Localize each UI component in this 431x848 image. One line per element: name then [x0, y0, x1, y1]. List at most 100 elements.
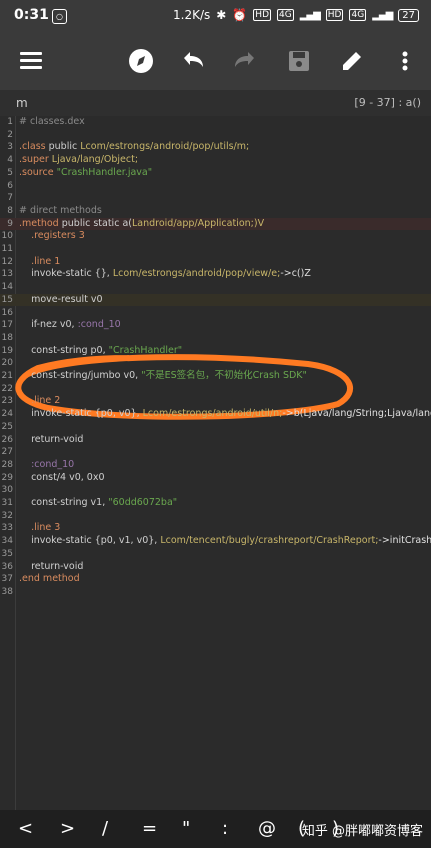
symbol-key[interactable]: = [142, 818, 157, 839]
edit-icon[interactable] [337, 46, 367, 76]
alarm-icon: ⏰ [232, 8, 248, 22]
code-token: Lcom/estrongs/android/util/n; [142, 408, 283, 420]
code-line[interactable]: 37 .end method [0, 573, 431, 586]
code-line[interactable]: 11 [0, 243, 431, 256]
code-line[interactable]: 22 [0, 383, 431, 396]
line-number: 28 [1, 459, 13, 470]
line-number: 21 [1, 371, 13, 381]
code-line[interactable]: 12 .line 1 [0, 256, 431, 269]
line-number: 9 [7, 218, 13, 229]
code-text: move-result v0 [19, 294, 103, 307]
code-line[interactable]: 31 const-string v1, "60dd6072ba" [0, 497, 431, 510]
code-line[interactable]: 19 const-string p0, "CrashHandler" [0, 345, 431, 358]
symbol-key[interactable]: ( [298, 818, 305, 839]
symbol-key[interactable]: " [182, 818, 190, 839]
bluetooth-icon: ✱ [216, 8, 227, 22]
code-line[interactable]: 27 [0, 446, 431, 459]
menu-icon[interactable] [16, 46, 46, 76]
code-line[interactable]: 2 [0, 129, 431, 142]
code-line[interactable]: 25 [0, 421, 431, 434]
line-number: 18 [1, 332, 13, 343]
code-line[interactable]: 23 .line 2 [0, 395, 431, 408]
code-line[interactable]: 35 [0, 548, 431, 561]
symbol-key[interactable]: < [18, 818, 33, 839]
code-line[interactable]: 29 const/4 v0, 0x0 [0, 472, 431, 485]
code-text: .super Ljava/lang/Object; [19, 154, 138, 167]
code-line[interactable]: 9 .method public static a(Landroid/app/Ap… [0, 217, 431, 231]
code-token: .line 2 [19, 395, 61, 407]
code-line[interactable]: 16 [0, 307, 431, 320]
line-number: 24 [1, 409, 13, 420]
line-number: 36 [1, 561, 13, 572]
line-number: 4 [7, 155, 13, 166]
line-number: 35 [1, 548, 13, 559]
symbol-key[interactable]: > [60, 818, 75, 839]
code-token: invoke-static {p0, v1, v0}, [19, 535, 161, 547]
line-number: 27 [1, 447, 13, 458]
code-line[interactable]: 36 return-void [0, 561, 431, 574]
signal-icon-2: ▂▄▆ [372, 9, 393, 21]
code-line[interactable]: 24 invoke-static {p0, v0}, Lcom/estrongs… [0, 408, 431, 421]
symbol-key[interactable]: / [102, 818, 108, 839]
undo-icon[interactable] [178, 46, 208, 76]
code-text: const/4 v0, 0x0 [19, 472, 104, 485]
compass-icon[interactable] [126, 46, 156, 76]
code-token: public static a( [61, 217, 132, 229]
code-line[interactable]: 26 return-void [0, 434, 431, 447]
line-number: 17 [1, 320, 13, 331]
code-line[interactable]: 13 invoke-static {}, Lcom/estrongs/andro… [0, 268, 431, 281]
code-text: invoke-static {p0, v0}, Lcom/estrongs/an… [19, 408, 431, 421]
code-text: .method public static a(Landroid/app/App… [19, 218, 264, 231]
code-line[interactable]: 38 [0, 586, 431, 599]
network-speed: 1.2K/s [173, 8, 211, 22]
code-token: return-void [19, 433, 84, 445]
code-line[interactable]: 10 .registers 3 [0, 230, 431, 243]
cursor-position: [9 - 37] : a() [354, 96, 421, 109]
line-number: 19 [1, 345, 13, 356]
code-line[interactable]: 6 [0, 180, 431, 193]
code-token: ->initCrashRepo [378, 535, 431, 547]
code-token: const-string/jumbo v0, [19, 370, 142, 381]
line-number: 25 [1, 421, 13, 432]
more-vert-icon[interactable] [390, 46, 420, 76]
line-number: 32 [1, 510, 13, 521]
code-line[interactable]: 4 .super Ljava/lang/Object; [0, 154, 431, 167]
redo-icon[interactable] [230, 46, 260, 76]
code-line[interactable]: 5 .source "CrashHandler.java" [0, 167, 431, 180]
code-line[interactable]: 28 :cond_10 [0, 459, 431, 472]
save-icon[interactable] [284, 46, 314, 76]
code-line[interactable]: 15 move-result v0 [0, 293, 431, 307]
symbol-key[interactable]: ) [332, 818, 339, 839]
code-token: :cond_10 [19, 458, 75, 470]
code-line[interactable]: 1 # classes.dex [0, 116, 431, 129]
code-line[interactable]: 32 [0, 510, 431, 523]
code-line[interactable]: 17 if-nez v0, :cond_10 [0, 319, 431, 332]
line-number: 33 [1, 523, 13, 534]
line-number: 6 [7, 180, 13, 191]
code-line[interactable]: 33 .line 3 [0, 522, 431, 535]
code-token: const-string v1, [19, 497, 109, 508]
code-line[interactable]: 21 const-string/jumbo v0, "不是ES签名包，不初始化C… [0, 370, 431, 383]
code-line[interactable]: 18 [0, 332, 431, 345]
line-number: 31 [1, 498, 13, 508]
code-token: invoke-static {}, [19, 268, 113, 280]
code-line[interactable]: 14 [0, 281, 431, 294]
code-line[interactable]: 34 invoke-static {p0, v1, v0}, Lcom/tenc… [0, 535, 431, 548]
symbol-key[interactable]: @ [258, 818, 276, 839]
code-line[interactable]: 3 .class public Lcom/estrongs/android/pop… [0, 141, 431, 154]
code-line[interactable]: 20 [0, 357, 431, 370]
code-token: ->b(Ljava/lang/String;Ljava/lang/Stri [282, 408, 431, 420]
watermark: 知乎 @胖嘟嘟资博客 [301, 824, 423, 839]
line-number: 2 [7, 129, 13, 140]
code-line[interactable]: 8 # direct methods [0, 205, 431, 218]
code-editor[interactable]: 1 # classes.dex 2 3 .class public Lcom/estro… [0, 116, 431, 810]
code-text: return-void [19, 434, 83, 447]
code-line[interactable]: 30 [0, 484, 431, 497]
code-line[interactable]: 7 [0, 192, 431, 205]
symbol-key[interactable]: : [222, 818, 228, 839]
file-name: m [16, 96, 28, 110]
line-number: 14 [1, 282, 13, 293]
code-token: Landroid/app/Application; [131, 217, 254, 229]
code-text: :cond_10 [19, 459, 74, 472]
line-number: 5 [7, 167, 13, 178]
